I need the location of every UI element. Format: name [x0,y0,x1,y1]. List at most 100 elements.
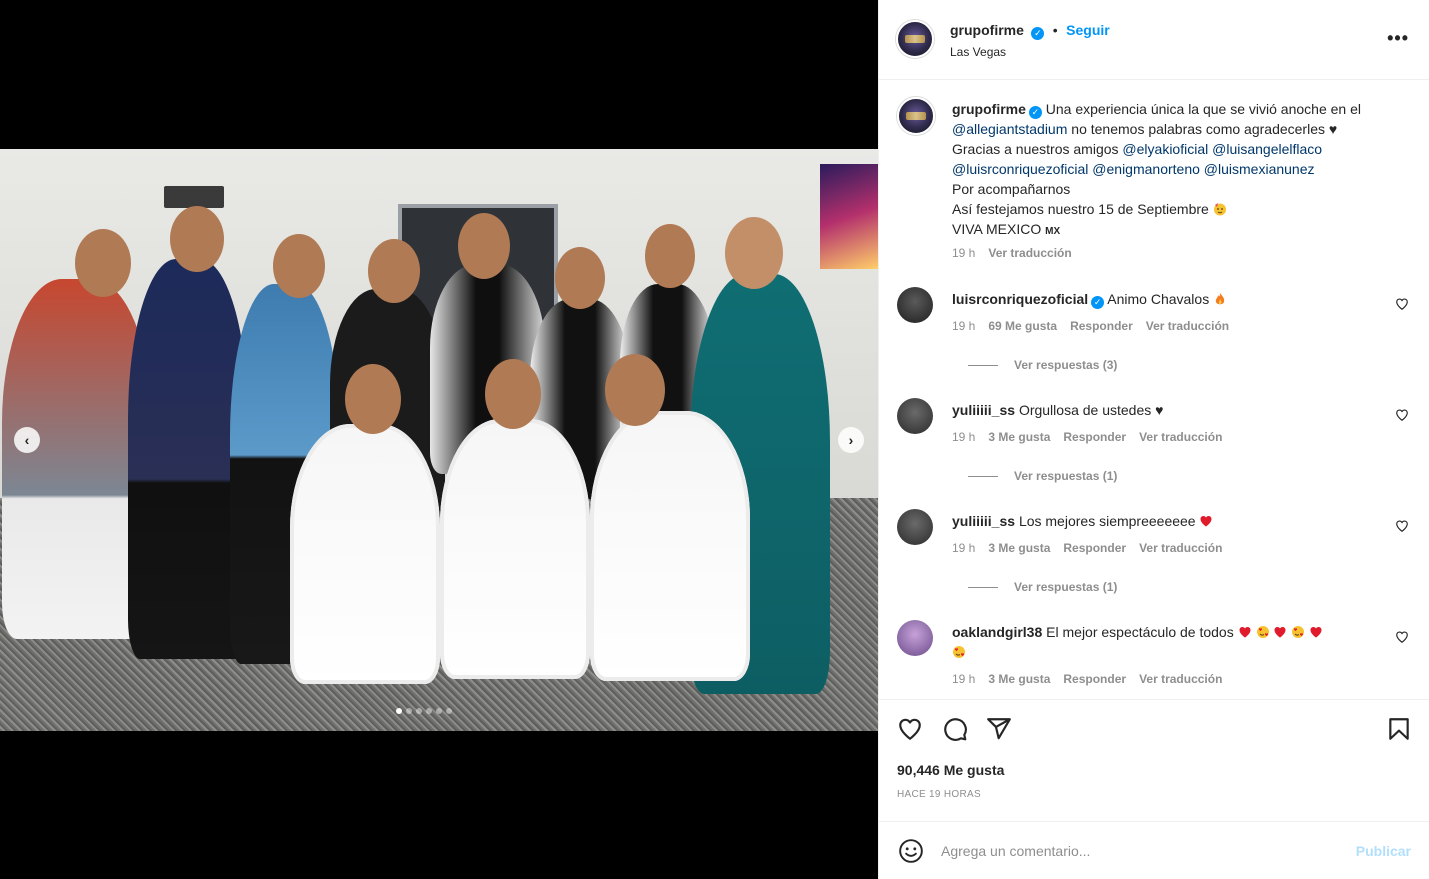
comment-likes[interactable]: 3 Me gusta [988,541,1050,555]
translate-link[interactable]: Ver traducción [1139,672,1222,686]
follow-button[interactable]: Seguir [1066,22,1110,38]
red-heart-icon [1239,627,1251,638]
mention-link[interactable]: @allegiantstadium [952,121,1067,137]
mention-link[interactable]: @luisrconriquezoficial [952,161,1088,177]
caption-time: 19 h [952,246,976,260]
comment: yuliiiii_ss Los mejores siempreeeeeee 19… [895,509,1415,609]
comment-like-icon[interactable] [1395,630,1409,644]
comment-username[interactable]: yuliiiii_ss [952,513,1015,529]
comment-text: oaklandgirl38 El mejor espectáculo de to… [952,622,1402,662]
share-icon[interactable] [986,716,1012,742]
comment-input[interactable] [941,839,1341,863]
post-header: grupofirme ✓ • Seguir Las Vegas ••• [879,0,1429,80]
comment-time: 19 h [952,319,976,333]
mention-link[interactable]: @enigmanorteno [1092,161,1200,177]
comment-like-icon[interactable] [1395,408,1409,422]
comment: oaklandgirl38 El mejor espectáculo de to… [895,620,1415,699]
reply-button[interactable]: Responder [1063,541,1126,555]
comment-like-icon[interactable] [1395,297,1409,311]
caption-username[interactable]: grupofirme [952,101,1026,117]
comment-icon[interactable] [942,716,968,742]
post-location[interactable]: Las Vegas [950,45,1006,59]
view-replies-button[interactable]: Ver respuestas (3) [968,358,1117,372]
carousel-next-button[interactable]: › [838,427,864,453]
author-avatar[interactable] [896,20,934,58]
photo-head [170,206,224,272]
comment-text: luisrconriquezoficial ✓ Animo Chavalos [952,289,1402,309]
divider [968,475,998,477]
view-replies-button[interactable]: Ver respuestas (1) [968,469,1117,483]
carousel-dot [446,708,452,714]
comment-time: 19 h [952,541,976,555]
commenter-avatar[interactable] [897,398,933,434]
reply-button[interactable]: Responder [1063,430,1126,444]
view-replies-label: Ver respuestas (1) [1014,469,1118,483]
photo-head [458,213,510,279]
comment-body: El mejor espectáculo de todos [1046,624,1234,640]
reply-button[interactable]: Responder [1070,319,1133,333]
view-replies-label: Ver respuestas (1) [1014,580,1118,594]
commenter-avatar[interactable] [897,620,933,656]
comment-username[interactable]: oaklandgirl38 [952,624,1042,640]
mexico-flag-icon: MX [1045,226,1061,237]
view-replies-button[interactable]: Ver respuestas (1) [968,580,1117,594]
save-icon[interactable] [1386,716,1412,742]
post-media[interactable]: ‹ › [0,0,878,879]
photo-head [345,364,401,434]
comment-body: Animo Chavalos [1107,291,1210,307]
mention-link[interactable]: @luisangelelflaco [1212,141,1322,157]
smiling-face-hearts-icon [1292,626,1305,638]
verified-icon: ✓ [1031,27,1045,40]
comment-body: Orgullosa de ustedes ♥ [1018,402,1164,418]
photo-head [75,229,131,297]
caption-line-1: Una experiencia única la que se vivió an… [1045,101,1361,117]
photo-exit-sign [164,186,224,208]
action-bar: 90,446 Me gusta HACE 19 HORAS [879,699,1429,821]
comment-like-icon[interactable] [1395,519,1409,533]
commenter-avatar[interactable] [897,509,933,545]
publish-button[interactable]: Publicar [1356,843,1411,859]
caption: grupofirme ✓ Una experiencia única la que… [895,97,1415,267]
photo-head [725,217,783,289]
comment-likes[interactable]: 69 Me gusta [988,319,1057,333]
photo-head [368,239,420,303]
translate-link[interactable]: Ver traducción [1139,430,1222,444]
photo-person [590,411,750,681]
post-date[interactable]: HACE 19 HORAS [897,789,981,800]
mention-link[interactable]: @elyakioficial [1122,141,1208,157]
comment-text: yuliiiii_ss Los mejores siempreeeeeee [952,511,1402,531]
emoji-icon[interactable] [898,838,924,864]
more-icon[interactable]: ••• [1387,28,1409,49]
party-face-icon [1213,203,1226,216]
carousel-prev-button[interactable]: ‹ [14,427,40,453]
commenter-avatar[interactable] [897,287,933,323]
comment-likes[interactable]: 3 Me gusta [988,672,1050,686]
likes-count[interactable]: 90,446 Me gusta [897,762,1004,778]
verified-icon: ✓ [1028,106,1042,119]
translate-link[interactable]: Ver traducción [1146,319,1229,333]
photo-person [290,424,440,684]
photo-head [273,234,325,298]
comment: yuliiiii_ss Orgullosa de ustedes ♥ 19 h … [895,398,1415,498]
mention-link[interactable]: @luismexianunez [1204,161,1315,177]
author-username[interactable]: grupofirme [950,22,1024,38]
comment-likes[interactable]: 3 Me gusta [988,430,1050,444]
comment-username[interactable]: yuliiiii_ss [952,402,1015,418]
caption-avatar[interactable] [897,97,935,135]
like-icon[interactable] [897,716,923,742]
translate-link[interactable]: Ver traducción [988,246,1071,260]
photo-head [555,247,605,309]
carousel-dot [426,708,432,714]
comment-username[interactable]: luisrconriquezoficial [952,291,1088,307]
carousel-dot [416,708,422,714]
comment: luisrconriquezoficial ✓ Animo Chavalos 19… [895,287,1415,387]
translate-link[interactable]: Ver traducción [1139,541,1222,555]
comments-list[interactable]: grupofirme ✓ Una experiencia única la que… [879,80,1429,699]
smiling-face-hearts-icon [953,646,965,658]
reply-button[interactable]: Responder [1063,672,1126,686]
photo-head [485,359,541,429]
carousel-dot [396,708,402,714]
author-line: grupofirme ✓ • Seguir [950,22,1110,40]
post-sidebar: grupofirme ✓ • Seguir Las Vegas ••• grup… [878,0,1429,879]
post-photo[interactable] [0,149,878,731]
